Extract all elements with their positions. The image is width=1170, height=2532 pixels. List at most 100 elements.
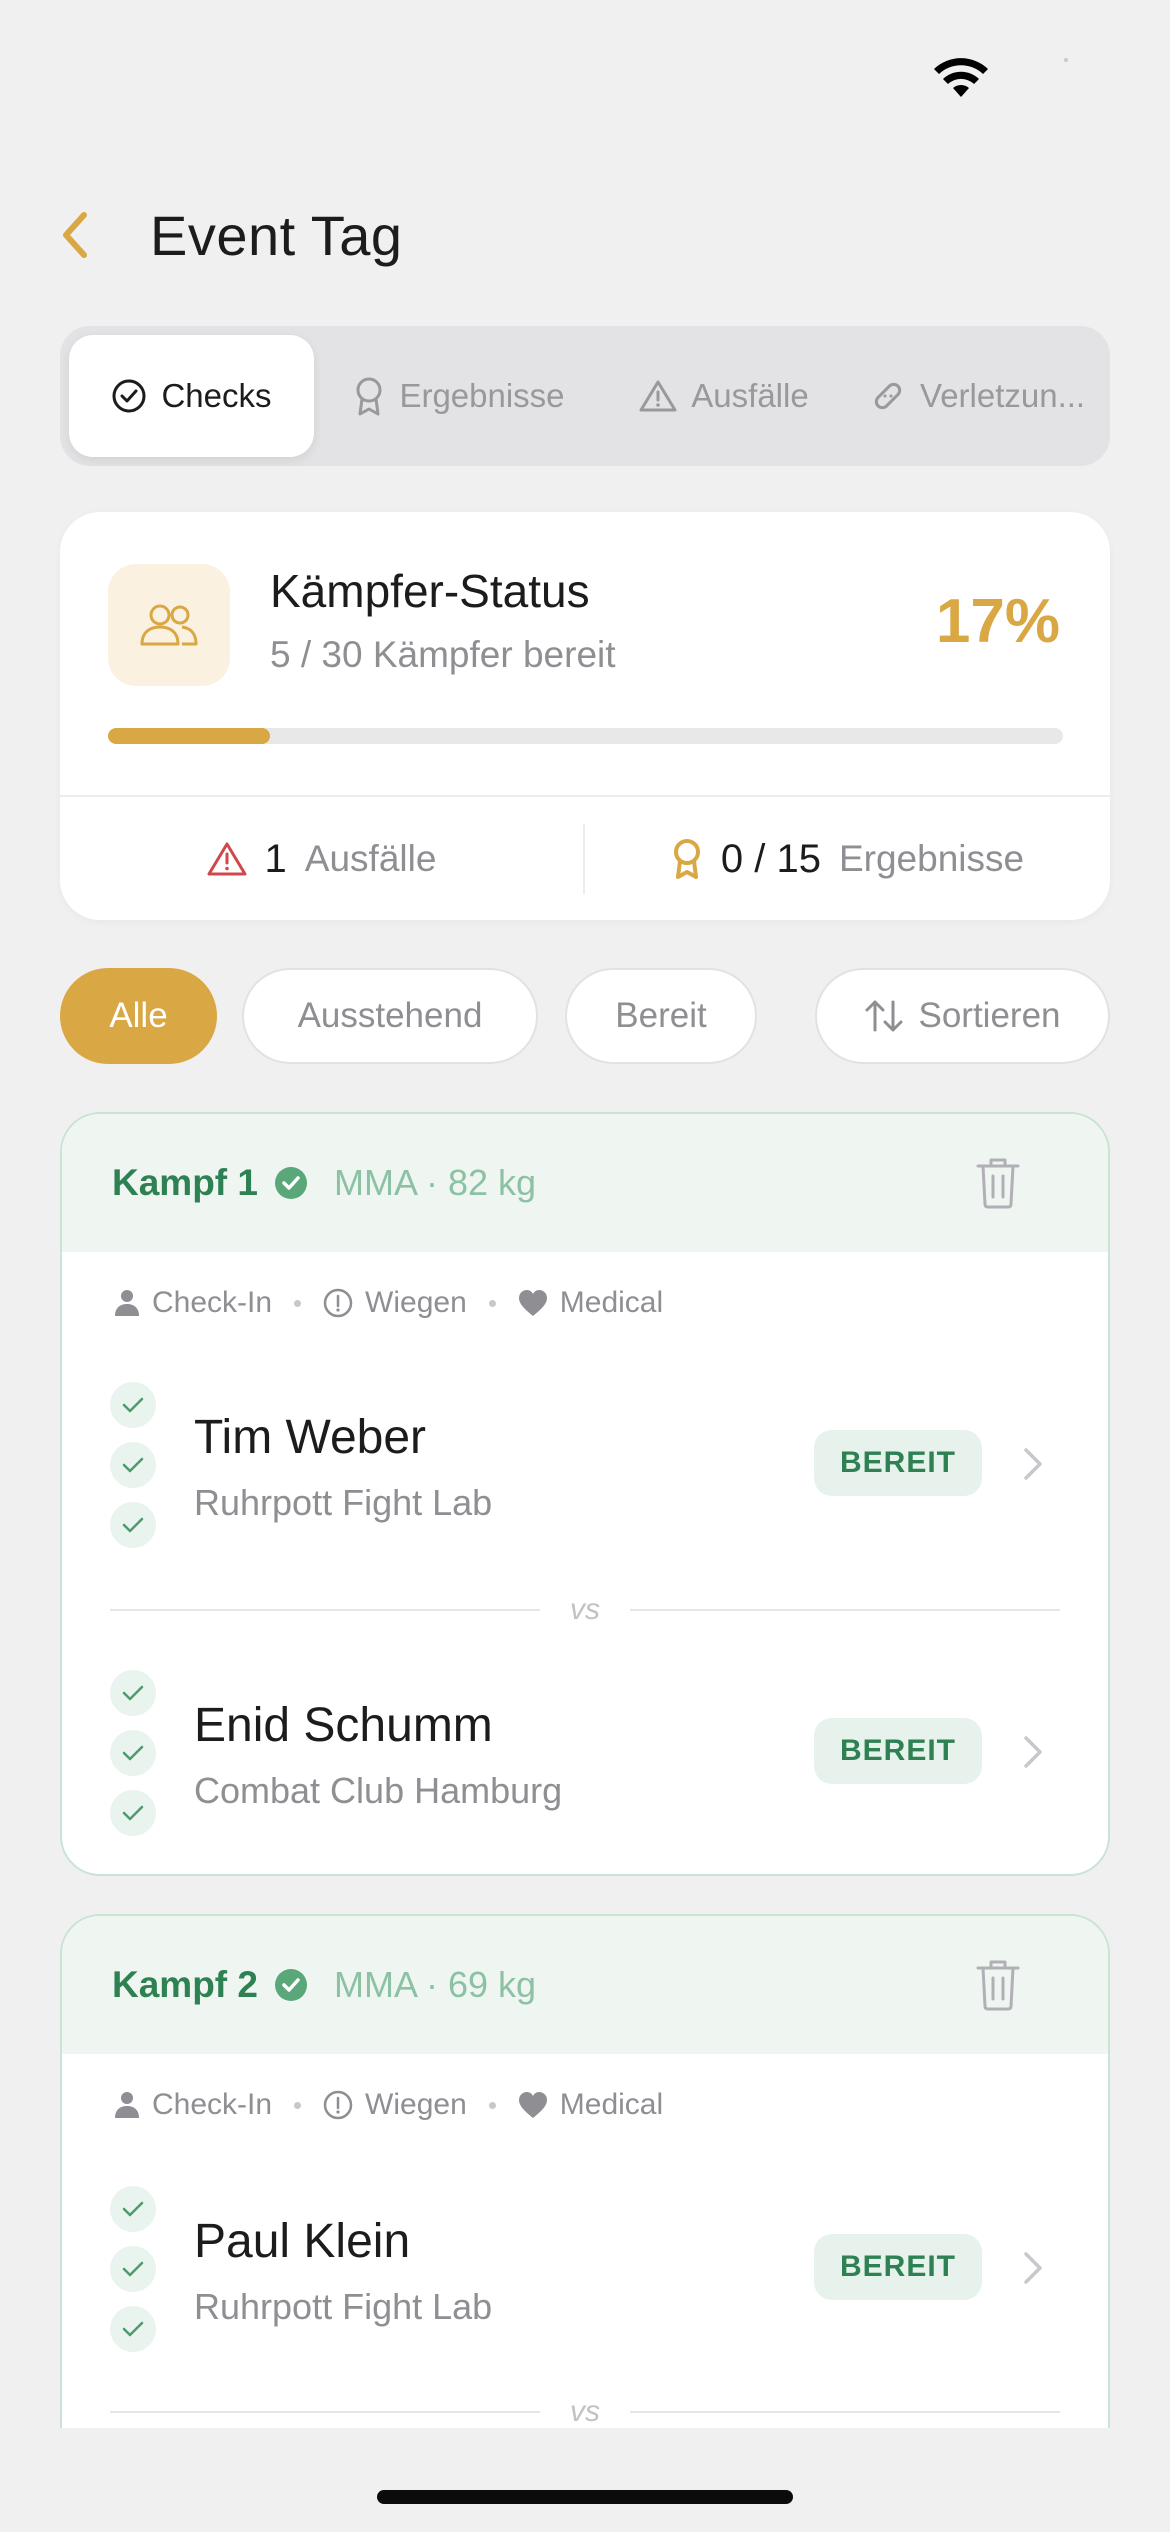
fight-meta: MMA · 82 kg	[333, 1162, 537, 1203]
medical-done-icon	[110, 1790, 156, 1836]
tab-verletzungen[interactable]: Verletzun...	[844, 335, 1101, 457]
bottom-safe-area	[0, 2428, 1170, 2532]
award-icon	[673, 839, 700, 879]
status-percent: 17%	[935, 587, 1060, 656]
vs-label: vs	[570, 2395, 600, 2428]
fight-meta: MMA · 69 kg	[333, 1964, 537, 2005]
legend-separator	[294, 1299, 302, 1307]
bandage-icon	[874, 382, 902, 410]
progress-fill	[108, 728, 271, 744]
vs-line	[110, 1609, 540, 1611]
users-icon	[140, 604, 198, 646]
tab-label: Checks	[161, 377, 272, 414]
back-button[interactable]	[60, 200, 110, 270]
dropouts-label: Ausfälle	[304, 838, 437, 879]
legend-weighin-label: Wiegen	[365, 1286, 467, 1319]
legend-weighin-label: Wiegen	[365, 2088, 467, 2121]
chevron-right-icon	[1024, 2252, 1042, 2284]
legend-medical-label: Medical	[559, 1286, 664, 1319]
legend-medical-label: Medical	[559, 2088, 664, 2121]
check-circle-icon	[112, 379, 146, 413]
legend-checkin-label: Check-In	[152, 2088, 273, 2121]
status-bar	[0, 0, 1170, 140]
weighin-done-icon	[110, 1730, 156, 1776]
vs-divider: vs	[110, 1590, 1060, 1630]
medical-done-icon	[110, 1502, 156, 1548]
legend-separator	[488, 1299, 496, 1307]
vs-line	[630, 1609, 1060, 1611]
fighter-club: Combat Club Hamburg	[194, 1770, 563, 1811]
filter-pending-chip[interactable]: Ausstehend	[242, 968, 538, 1064]
fight-name: Kampf 1	[112, 1162, 258, 1203]
fight-card[interactable]: Kampf 1 MMA · 82 kg Check-In Wiegen Medi…	[60, 1112, 1110, 1876]
verified-check-icon	[274, 1969, 307, 2001]
scale-icon	[323, 1288, 353, 1318]
legend-checkin: Check-In	[114, 1286, 272, 1320]
award-icon	[356, 377, 382, 416]
vs-label: vs	[570, 1593, 600, 1626]
checkin-done-icon	[110, 1670, 156, 1716]
dropouts-count: 1	[264, 836, 287, 881]
vs-line	[630, 2411, 1060, 2413]
segmented-tabs: Checks Ergebnisse Ausfälle Verletzun...	[60, 326, 1110, 466]
weighin-done-icon	[110, 2246, 156, 2292]
heart-icon	[518, 2092, 547, 2118]
fighter-club: Ruhrpott Fight Lab	[194, 2286, 493, 2327]
status-badge: BEREIT	[813, 2234, 982, 2300]
legend-weighin: Wiegen	[323, 1286, 467, 1320]
filter-bar: Alle Ausstehend Bereit Sortieren	[60, 968, 1110, 1066]
status-icon-box	[108, 564, 230, 686]
page-title: Event Tag	[150, 203, 403, 267]
tab-ausfaelle[interactable]: Ausfälle	[604, 335, 844, 457]
legend-separator	[294, 2101, 302, 2109]
sort-label: Sortieren	[918, 996, 1061, 1035]
header: Event Tag	[60, 190, 1110, 280]
trash-icon[interactable]	[974, 1958, 1022, 2012]
legend-medical: Medical	[518, 2088, 663, 2122]
fight-name: Kampf 2	[112, 1964, 258, 2005]
warning-icon	[639, 380, 677, 412]
fighter-name: Paul Klein	[194, 2215, 411, 2268]
legend-checkin: Check-In	[114, 2088, 272, 2122]
person-icon	[115, 1290, 139, 1316]
vs-divider: vs	[110, 2392, 1060, 2432]
filter-all-chip[interactable]: Alle	[60, 968, 217, 1064]
scale-icon	[323, 2090, 353, 2120]
fighter-row[interactable]: Paul Klein Ruhrpott Fight Lab BEREIT	[62, 2186, 1108, 2386]
checkin-done-icon	[110, 1382, 156, 1428]
fighter-name: Enid Schumm	[194, 1699, 493, 1752]
tab-label: Ergebnisse	[399, 377, 565, 414]
verified-check-icon	[274, 1167, 307, 1199]
status-indicator-dot	[1064, 58, 1068, 62]
progress-bar	[108, 728, 1063, 744]
fight-header: Kampf 1 MMA · 82 kg	[62, 1114, 1108, 1252]
tab-ergebnisse[interactable]: Ergebnisse	[314, 335, 604, 457]
filter-ready-chip[interactable]: Bereit	[565, 968, 757, 1064]
check-legend: Check-In Wiegen Medical	[114, 2080, 663, 2130]
check-indicators	[110, 2186, 158, 2366]
warning-icon	[207, 842, 247, 876]
weighin-done-icon	[110, 1442, 156, 1488]
sort-icon	[865, 1000, 903, 1032]
results-stat: 0 / 15 Ergebnisse	[585, 822, 1110, 896]
checkin-done-icon	[110, 2186, 156, 2232]
trash-icon[interactable]	[974, 1156, 1022, 1210]
chevron-right-icon	[1024, 1736, 1042, 1768]
status-badge: BEREIT	[813, 1430, 982, 1496]
fighter-name: Tim Weber	[194, 1411, 427, 1464]
results-count: 0 / 15	[720, 836, 821, 881]
check-legend: Check-In Wiegen Medical	[114, 1278, 663, 1328]
fighter-row[interactable]: Tim Weber Ruhrpott Fight Lab BEREIT	[62, 1382, 1108, 1582]
results-label: Ergebnisse	[838, 838, 1025, 879]
legend-separator	[488, 2101, 496, 2109]
medical-done-icon	[110, 2306, 156, 2352]
legend-checkin-label: Check-In	[152, 1286, 273, 1319]
tab-checks[interactable]: Checks	[69, 335, 314, 457]
fighter-row[interactable]: Enid Schumm Combat Club Hamburg BEREIT	[62, 1670, 1108, 1870]
legend-medical: Medical	[518, 1286, 663, 1320]
fighter-status-card: Kämpfer-Status 5 / 30 Kämpfer bereit 17%…	[60, 512, 1110, 920]
chevron-left-icon	[63, 212, 87, 258]
status-title: Kämpfer-Status	[270, 565, 590, 617]
sort-button[interactable]: Sortieren	[815, 968, 1110, 1064]
home-indicator[interactable]	[377, 2490, 793, 2504]
